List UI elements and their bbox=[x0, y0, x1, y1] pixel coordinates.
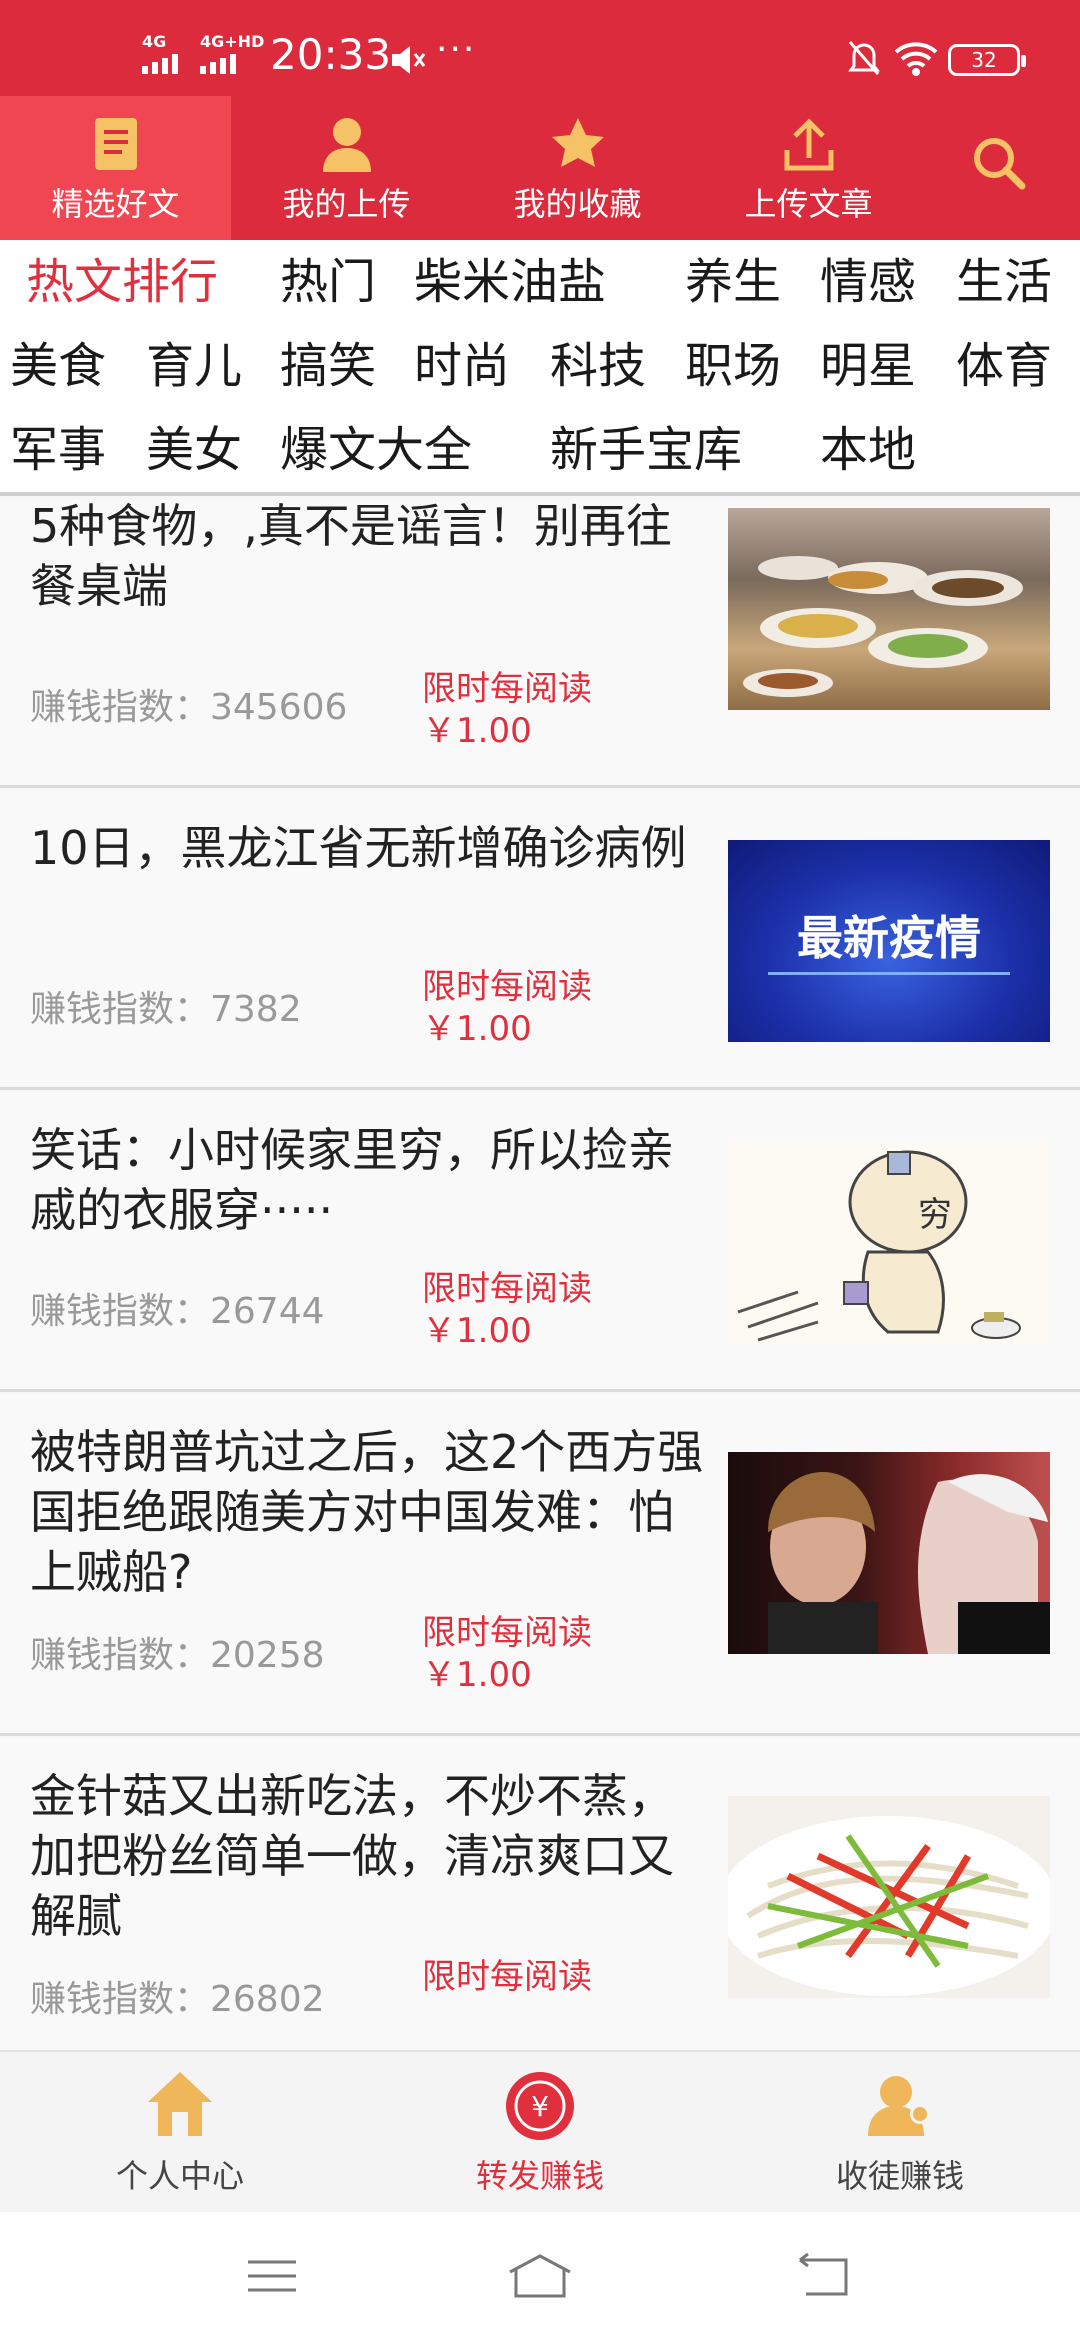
tab-upload-article[interactable]: 上传文章 bbox=[693, 96, 924, 240]
category-military[interactable]: 军事 bbox=[10, 422, 106, 478]
clock: 20:33 bbox=[270, 30, 392, 79]
bell-off-icon bbox=[848, 41, 880, 75]
politicians-photo bbox=[768, 1472, 1050, 1654]
back-icon[interactable] bbox=[796, 2250, 852, 2302]
article-thumbnail bbox=[728, 1452, 1050, 1654]
battery-icon: 32 bbox=[948, 44, 1026, 76]
earning-index: 赚钱指数：20258 bbox=[30, 1635, 325, 1676]
search-icon[interactable] bbox=[970, 134, 1030, 194]
user-icon bbox=[322, 118, 371, 172]
category-viral-collection[interactable]: 爆文大全 bbox=[280, 422, 472, 478]
category-workplace[interactable]: 职场 bbox=[685, 338, 781, 394]
article-title: 10日，黑龙江省无新增确诊病例 bbox=[30, 821, 687, 875]
home-button-icon[interactable] bbox=[506, 2250, 574, 2302]
article-card[interactable]: 笑话：小时候家里穷，所以捡亲戚的衣服穿····· 赚钱指数：26744 限时每阅… bbox=[0, 1092, 1080, 1392]
article-list: 5种食物，,真不是谣言！别再往餐桌端 赚钱指数：345606 限时每阅读 ￥1.… bbox=[0, 500, 1080, 2050]
article-title: 被特朗普坑过之后，这2个西方强国拒绝跟随美方对中国发难：怕上贼船? bbox=[30, 1425, 704, 1599]
article-card[interactable]: 5种食物，,真不是谣言！别再往餐桌端 赚钱指数：345606 限时每阅读 ￥1.… bbox=[0, 500, 1080, 788]
star-icon bbox=[551, 118, 604, 167]
wifi-icon bbox=[894, 42, 938, 76]
category-grid: 热文排行 热门 柴米油盐 养生 情感 生活 美食 育儿 搞笑 时尚 科技 职场 … bbox=[0, 240, 1080, 496]
thumbnail-caption: 最新疫情 bbox=[797, 911, 981, 965]
cartoon-poor-character: 穷 bbox=[737, 1150, 1021, 1342]
category-life[interactable]: 生活 bbox=[956, 254, 1052, 310]
top-tab-bar: 精选好文 我的上传 我的收藏 上传文章 bbox=[0, 96, 1080, 240]
menu-icon[interactable] bbox=[246, 2250, 298, 2302]
promo-price: ￥1.00 bbox=[422, 1311, 532, 1351]
category-sports[interactable]: 体育 bbox=[956, 338, 1052, 394]
status-bar: 4G 4G+HD 20:33 ··· 32 bbox=[0, 0, 1080, 96]
signal-icon-2 bbox=[200, 54, 236, 74]
tab-label: 我的收藏 bbox=[513, 185, 642, 223]
nav-recruit-earn[interactable]: 收徒赚钱 bbox=[720, 2052, 1080, 2214]
category-parenting[interactable]: 育儿 bbox=[146, 338, 242, 394]
article-title: 金针菇又出新吃法，不炒不蒸，加把粉丝简单一做，清凉爽口又解腻 bbox=[30, 1769, 674, 1943]
category-fashion[interactable]: 时尚 bbox=[414, 338, 510, 394]
bottom-nav: 个人中心 ¥ 转发赚钱 收徒赚钱 bbox=[0, 2050, 1080, 2212]
promo-label: 限时每阅读 bbox=[422, 1613, 592, 1653]
promo-price: ￥1.00 bbox=[422, 711, 532, 751]
article-card[interactable]: 被特朗普坑过之后，这2个西方强国拒绝跟随美方对中国发难：怕上贼船? 赚钱指数：2… bbox=[0, 1394, 1080, 1736]
tab-label: 上传文章 bbox=[744, 185, 873, 223]
category-popular[interactable]: 热门 bbox=[280, 254, 376, 310]
earning-index: 赚钱指数：26802 bbox=[30, 1979, 325, 2020]
network-type-2: 4G+HD bbox=[200, 32, 265, 51]
category-health[interactable]: 养生 bbox=[685, 254, 781, 310]
category-hot-ranking[interactable]: 热文排行 bbox=[26, 254, 218, 310]
promo-label: 限时每阅读 bbox=[422, 1269, 592, 1309]
network-type-1: 4G bbox=[142, 32, 167, 51]
tab-featured-articles[interactable]: 精选好文 bbox=[0, 96, 231, 240]
earning-index: 赚钱指数：26744 bbox=[30, 1291, 325, 1332]
system-navigation-bar bbox=[0, 2212, 1080, 2340]
tab-label: 我的上传 bbox=[282, 185, 411, 223]
article-title: 笑话：小时候家里穷，所以捡亲戚的衣服穿····· bbox=[30, 1123, 674, 1237]
battery-level: 32 bbox=[971, 48, 997, 72]
earning-index: 赚钱指数：7382 bbox=[30, 989, 302, 1030]
category-funny[interactable]: 搞笑 bbox=[280, 338, 376, 394]
nav-personal-center[interactable]: 个人中心 bbox=[0, 2052, 360, 2214]
category-beauty[interactable]: 美女 bbox=[146, 422, 242, 478]
more-indicator: ··· bbox=[436, 29, 477, 70]
promo-price: ￥1.00 bbox=[422, 1009, 532, 1049]
promo-label: 限时每阅读 bbox=[422, 669, 592, 709]
nav-label: 收徒赚钱 bbox=[835, 2157, 964, 2195]
category-emotion[interactable]: 情感 bbox=[820, 254, 916, 310]
article-icon bbox=[94, 118, 137, 170]
nav-label: 转发赚钱 bbox=[475, 2157, 604, 2195]
article-thumbnail bbox=[728, 508, 1050, 710]
svg-text:¥: ¥ bbox=[531, 2090, 549, 2123]
nav-label: 个人中心 bbox=[115, 2157, 244, 2195]
dinner-table-photo bbox=[743, 556, 1023, 697]
nav-forward-earn[interactable]: ¥ 转发赚钱 bbox=[360, 2052, 720, 2214]
apprentice-icon bbox=[868, 2076, 930, 2136]
tab-my-uploads[interactable]: 我的上传 bbox=[231, 96, 462, 240]
noodle-salad-photo bbox=[728, 1816, 1050, 1996]
thumbnail-caption: 穷 bbox=[918, 1195, 952, 1235]
article-thumbnail: 穷 bbox=[728, 1142, 1050, 1344]
article-thumbnail bbox=[728, 1796, 1050, 1998]
tab-label: 精选好文 bbox=[51, 185, 180, 223]
category-food[interactable]: 美食 bbox=[10, 338, 106, 394]
article-title: 5种食物，,真不是谣言！别再往餐桌端 bbox=[30, 500, 672, 613]
category-local[interactable]: 本地 bbox=[820, 422, 916, 478]
category-beginner-guide[interactable]: 新手宝库 bbox=[550, 422, 742, 478]
volume-mute-icon bbox=[392, 46, 426, 74]
article-card[interactable]: 10日，黑龙江省无新增确诊病例 赚钱指数：7382 限时每阅读 ￥1.00 最新… bbox=[0, 790, 1080, 1090]
promo-label: 限时每阅读 bbox=[422, 1957, 592, 1997]
category-celebrity[interactable]: 明星 bbox=[820, 338, 916, 394]
tab-my-favorites[interactable]: 我的收藏 bbox=[462, 96, 693, 240]
promo-price: ￥1.00 bbox=[422, 1655, 532, 1695]
signal-icon bbox=[142, 54, 178, 74]
category-tech[interactable]: 科技 bbox=[550, 338, 646, 394]
article-thumbnail: 最新疫情 bbox=[728, 840, 1050, 1042]
promo-label: 限时每阅读 bbox=[422, 967, 592, 1007]
earning-index: 赚钱指数：345606 bbox=[30, 687, 348, 728]
article-card[interactable]: 金针菇又出新吃法，不炒不蒸，加把粉丝简单一做，清凉爽口又解腻 赚钱指数：2680… bbox=[0, 1738, 1080, 2050]
yuan-coin-icon: ¥ bbox=[506, 2072, 574, 2140]
upload-icon bbox=[784, 118, 833, 171]
category-daily-life-basics[interactable]: 柴米油盐 bbox=[414, 254, 606, 310]
home-icon bbox=[148, 2072, 212, 2136]
